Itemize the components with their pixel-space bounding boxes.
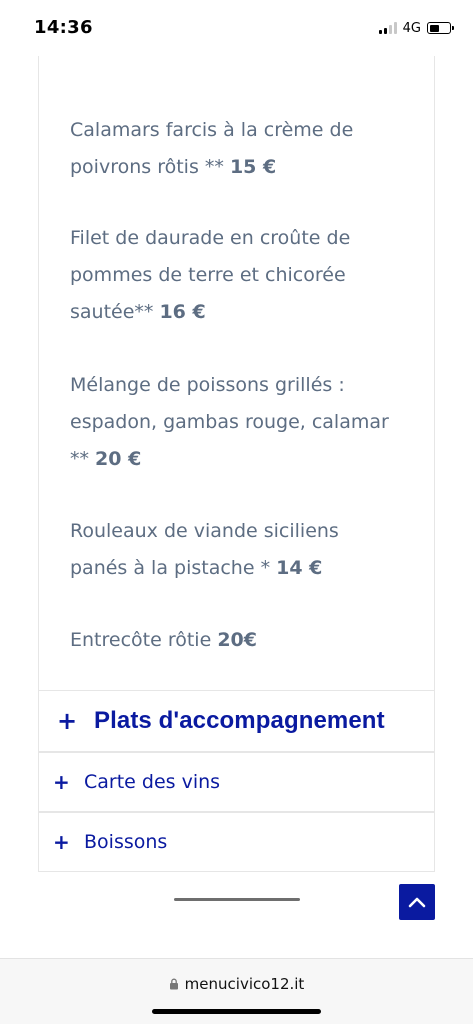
page-content: Calamars farcis à la crème de poivrons r… — [0, 56, 473, 958]
dish-item: Entrecôte rôtie 20€ — [70, 622, 410, 659]
dish-name-cont: ** — [70, 448, 96, 470]
dish-name-cont: panés à la pistache * — [70, 557, 277, 579]
dish-item: Filet de daurade en croûte de pommes de … — [70, 220, 410, 331]
dish-name-cont: pommes de terre et chicorée — [70, 264, 346, 286]
dish-price: 16 € — [159, 301, 206, 323]
url-text: menucivico12.it — [184, 975, 305, 993]
network-type: 4G — [402, 20, 421, 36]
dish-name-cont: poivrons rôtis ** — [70, 156, 230, 178]
status-time: 14:36 — [34, 17, 93, 38]
lock-icon — [169, 978, 178, 990]
scroll-indicator — [174, 898, 300, 901]
dish-name: Entrecôte rôtie — [70, 629, 218, 651]
dish-price: 15 € — [229, 156, 277, 178]
dish-price: 20 € — [95, 448, 142, 470]
accordion-label: Carte des vins — [84, 771, 221, 793]
accordion-wines[interactable]: + Carte des vins — [38, 752, 435, 812]
dish-name: Rouleaux de viande siciliens — [70, 520, 339, 542]
plus-icon: + — [53, 830, 70, 854]
accordion-label: Boissons — [84, 831, 168, 853]
plus-icon: + — [57, 707, 78, 735]
dish-item: Calamars farcis à la crème de poivrons r… — [70, 112, 410, 186]
dish-name-cont: espadon, gambas rouge, calamar — [70, 411, 389, 433]
dish-name: Filet de daurade en croûte de — [70, 227, 351, 249]
address-bar[interactable]: menucivico12.it — [0, 975, 473, 993]
dish-price: 20€ — [217, 629, 257, 651]
back-to-top-button[interactable] — [399, 884, 435, 920]
plus-icon: + — [53, 770, 70, 794]
home-indicator[interactable] — [152, 1009, 321, 1014]
dish-price: 14 € — [276, 557, 323, 579]
signal-icon — [378, 22, 397, 34]
dish-name: Mélange de poissons grillés : — [70, 374, 345, 396]
status-bar: 14:36 4G — [0, 0, 473, 56]
dish-name: Calamars farcis à la crème de — [70, 119, 354, 141]
chevron-up-icon — [408, 897, 426, 908]
dish-item: Rouleaux de viande siciliens panés à la … — [70, 513, 410, 587]
dish-name-cont: sautée** — [70, 301, 160, 323]
dish-item: Mélange de poissons grillés : espadon, g… — [70, 367, 410, 478]
status-indicators: 4G — [378, 20, 454, 36]
accordion-sides[interactable]: + Plats d'accompagnement — [38, 690, 435, 752]
accordion-drinks[interactable]: + Boissons — [38, 812, 435, 872]
accordion-label: Plats d'accompagnement — [94, 707, 385, 734]
battery-icon — [427, 22, 454, 34]
browser-bar: menucivico12.it — [0, 958, 473, 1024]
